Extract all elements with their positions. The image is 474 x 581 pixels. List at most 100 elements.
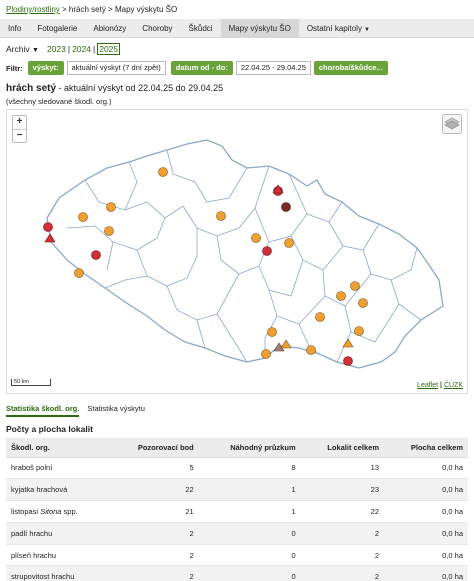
tab-statistika-skodl-org[interactable]: Statistika škodl. org. (6, 404, 80, 417)
tab-choroby[interactable]: Choroby (134, 19, 180, 38)
cell-nahodny-pruzkum: 1 (198, 500, 301, 523)
caret-down-icon: ▼ (363, 27, 370, 33)
table-row: padlí hrachu 2 0 2 0,0 ha (6, 522, 468, 545)
cell-lokalit-celkem: 2 (300, 544, 384, 567)
czech-region-lines (46, 139, 444, 369)
tab-info[interactable]: Info (0, 19, 29, 38)
marker-orange[interactable] (158, 167, 168, 177)
marker-orange[interactable] (315, 312, 325, 322)
tab-skudci[interactable]: Škůdci (181, 19, 221, 38)
cell-organism: hraboš polní (6, 457, 110, 480)
col-nahodny-pruzkum[interactable]: Náhodný průzkum (198, 438, 301, 458)
organism-prefix: listopasi (11, 506, 41, 516)
tab-statistika-vyskytu[interactable]: Statistika výskytu (87, 404, 145, 417)
cell-nahodny-pruzkum: 0 (198, 544, 301, 567)
marker-red[interactable] (43, 222, 53, 232)
title-rest: - aktuální výskyt od 22.04.25 do 29.04.2… (56, 83, 224, 93)
stats-table: Škodl. org. Pozorovací bod Náhodný průzk… (6, 438, 468, 581)
cell-lokalit-celkem: 22 (300, 500, 384, 523)
marker-orange[interactable] (261, 349, 271, 359)
col-skodl-org[interactable]: Škodl. org. (6, 438, 110, 458)
cell-pozorovaci-bod: 2 (109, 544, 199, 567)
cuzk-link[interactable]: ČÚZK (444, 382, 463, 389)
marker-dark[interactable] (281, 202, 291, 212)
occurrence-map[interactable]: + − 50 km Leaflet | ČÚZK (6, 109, 468, 394)
marker-orange[interactable] (216, 211, 226, 221)
organism-suffix: spp. (61, 506, 78, 516)
cell-pozorovaci-bod: 21 (109, 500, 199, 523)
cell-organism: strupovitost hrachu (6, 565, 110, 581)
table-header-row: Škodl. org. Pozorovací bod Náhodný průzk… (6, 438, 468, 458)
cell-nahodny-pruzkum: 0 (198, 565, 301, 581)
marker-orange[interactable] (74, 268, 84, 278)
breadcrumb-link-plodiny[interactable]: Plodiny/rostliny (6, 5, 60, 14)
col-plocha-celkem[interactable]: Plocha celkem (384, 438, 468, 458)
cell-nahodny-pruzkum: 8 (198, 457, 301, 480)
crop-name: hrách setý (6, 83, 57, 94)
cell-nahodny-pruzkum: 0 (198, 522, 301, 545)
zoom-out-button[interactable]: − (13, 129, 26, 142)
stats-tabs: Statistika škodl. org. Statistika výskyt… (6, 404, 145, 417)
section-title: Počty a plocha lokalit (6, 424, 93, 434)
zoom-in-button[interactable]: + (13, 116, 26, 129)
year-link-2023[interactable]: 2023 (47, 44, 66, 54)
marker-orange[interactable] (106, 202, 116, 212)
marker-red[interactable] (91, 250, 101, 260)
layers-icon[interactable] (442, 114, 462, 134)
leaflet-link[interactable]: Leaflet (417, 382, 438, 389)
marker-triangle-orange[interactable] (280, 339, 292, 349)
vyskyt-label: výskyt: (27, 61, 64, 75)
scale-bar: 50 km (11, 379, 51, 386)
choroba-skudce-button[interactable]: choroba/škůdce... (313, 61, 388, 75)
cell-pozorovaci-bod: 5 (109, 457, 199, 480)
cell-lokalit-celkem: 23 (300, 478, 384, 502)
year-link-2024[interactable]: 2024 (72, 44, 91, 54)
year-selector: Archiv ▼ 2023 | 2024 | 2025 (6, 43, 122, 55)
marker-red[interactable] (343, 356, 353, 366)
marker-triangle-red[interactable] (44, 233, 56, 243)
cell-organism: kyjatka hrachová (6, 478, 110, 502)
cell-organism: listopasi Sitona spp. (6, 500, 110, 523)
tab-ostatni-kapitoly[interactable]: Ostatní kapitoly ▼ (299, 19, 378, 38)
marker-orange[interactable] (251, 233, 261, 243)
cell-organism: padlí hrachu (6, 522, 110, 545)
marker-orange[interactable] (78, 212, 88, 222)
table-row: strupovitost hrachu 2 0 2 0,0 ha (6, 565, 468, 581)
cell-pozorovaci-bod: 22 (109, 478, 199, 502)
year-link-2025[interactable]: 2025 (97, 43, 121, 55)
cell-pozorovaci-bod: 2 (109, 565, 199, 581)
cell-plocha-celkem: 0,0 ha (384, 457, 468, 480)
occurrence-markers (43, 167, 368, 366)
marker-triangle-orange[interactable] (342, 338, 354, 348)
col-lokalit-celkem[interactable]: Lokalit celkem (300, 438, 384, 458)
cell-pozorovaci-bod: 2 (109, 522, 199, 545)
marker-orange[interactable] (284, 238, 294, 248)
datum-label: datum od - do: (170, 61, 233, 75)
map-attribution: Leaflet | ČÚZK (417, 382, 463, 389)
chevron-down-icon: ▼ (32, 47, 39, 54)
map-canvas[interactable] (7, 110, 467, 393)
cell-lokalit-celkem: 13 (300, 457, 384, 480)
date-range-input[interactable]: 22.04.25 - 29.04.25 (235, 61, 311, 75)
table-row: hraboš polní 5 8 13 0,0 ha (6, 457, 468, 480)
zoom-control: + − (12, 115, 27, 143)
cell-plocha-celkem: 0,0 ha (384, 500, 468, 523)
tab-mapy-vyskytu[interactable]: Mapy výskytu ŠO (220, 19, 299, 38)
year-separator: | (67, 44, 71, 54)
col-pozorovaci-bod[interactable]: Pozorovací bod (109, 438, 199, 458)
tab-abionozy[interactable]: Abionózy (85, 19, 134, 38)
marker-orange[interactable] (267, 327, 277, 337)
marker-orange[interactable] (358, 298, 368, 308)
marker-orange[interactable] (336, 291, 346, 301)
marker-orange[interactable] (350, 281, 360, 291)
archiv-dropdown[interactable]: Archiv ▼ (6, 44, 39, 54)
cell-lokalit-celkem: 2 (300, 565, 384, 581)
marker-orange[interactable] (104, 226, 114, 236)
marker-orange[interactable] (306, 345, 316, 355)
vyskyt-select[interactable]: aktuální výskyt (7 dní zpět) (66, 61, 166, 75)
tab-fotogalerie[interactable]: Fotogalerie (29, 19, 85, 38)
marker-red[interactable] (262, 246, 272, 256)
table-row: listopasi Sitona spp. 21 1 22 0,0 ha (6, 500, 468, 523)
marker-orange[interactable] (354, 326, 364, 336)
cell-plocha-celkem: 0,0 ha (384, 565, 468, 581)
